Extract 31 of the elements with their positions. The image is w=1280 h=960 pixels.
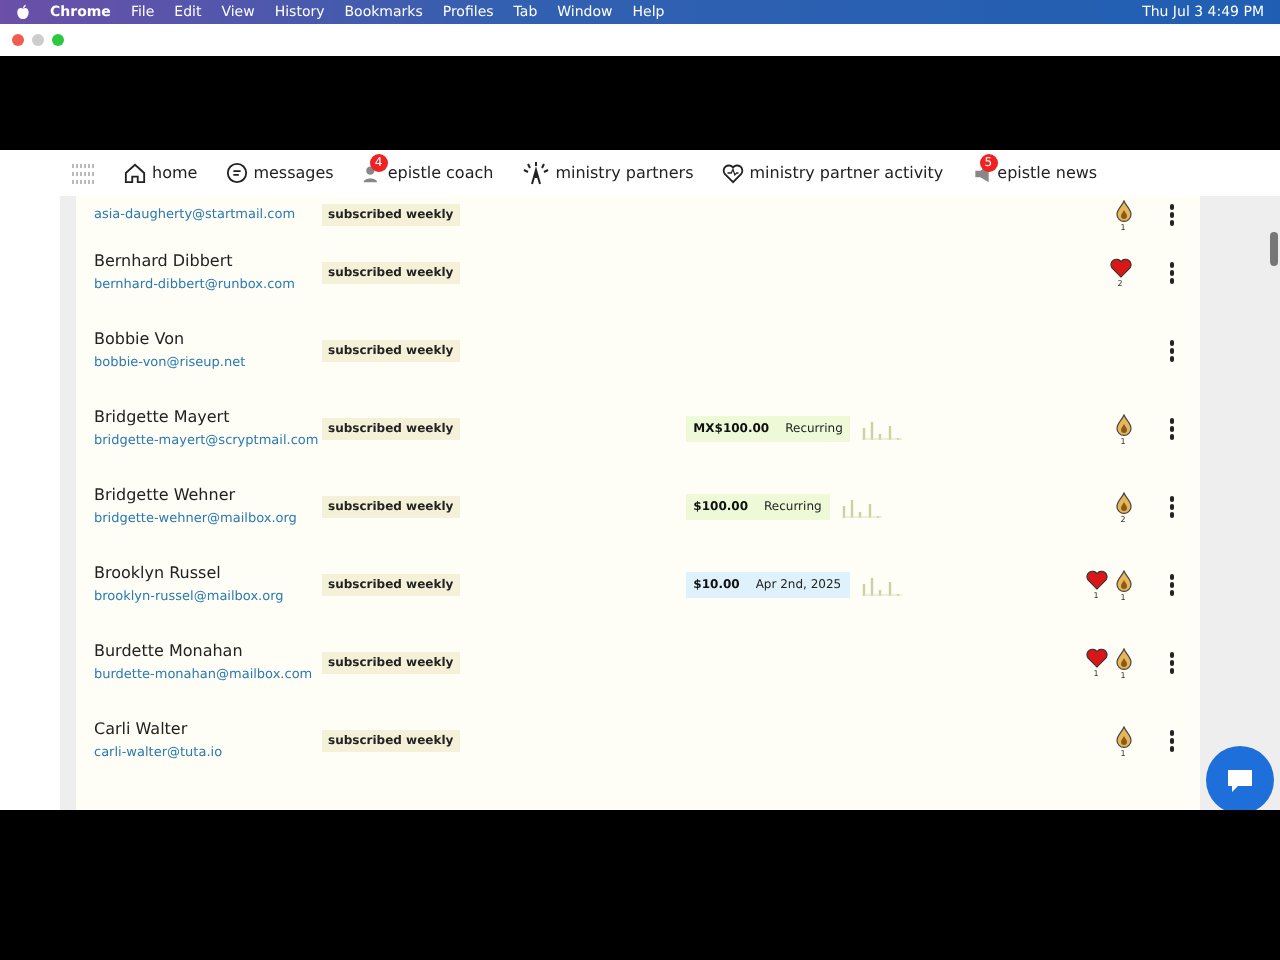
partner-name: Brooklyn Russel <box>94 564 223 582</box>
bar-sparkline-drawing <box>862 418 903 440</box>
flame-icon <box>1115 647 1131 669</box>
heart-icon <box>1085 647 1107 667</box>
partner-name: Bridgette Mayert <box>94 408 232 426</box>
flame-icon <box>1115 569 1131 591</box>
close-icon[interactable] <box>12 34 24 46</box>
nav-link[interactable]: ministry partner activity <box>721 162 944 184</box>
nav-link[interactable]: messages <box>225 162 334 184</box>
partner-name: Bernhard Dibbert <box>94 252 235 270</box>
flame-icon <box>1115 199 1131 221</box>
partner-name: Burdette Monahan <box>94 642 245 660</box>
partner-name: Bridgette Wehner <box>94 486 238 504</box>
chat-button[interactable] <box>1206 746 1274 810</box>
chat-bubble-icon <box>225 162 248 184</box>
home-icon <box>124 162 146 184</box>
flame-icon <box>1115 725 1131 747</box>
speech-bubble-icon <box>1226 767 1254 793</box>
bar-sparkline-drawing <box>861 574 902 596</box>
heart-pulse-icon <box>721 162 744 184</box>
flame-icon <box>1115 413 1131 435</box>
flame-icon <box>1115 491 1131 513</box>
partner-name: Carli Walter <box>94 720 190 738</box>
scrollbar-thumb-icon[interactable] <box>1270 232 1278 266</box>
nav-link[interactable]: ministry partners <box>521 160 694 186</box>
nav-link[interactable]: home <box>124 162 198 184</box>
heart-icon <box>1085 569 1107 589</box>
partner-name: Bobbie Von <box>94 330 187 348</box>
apple-logo-icon[interactable] <box>16 4 30 20</box>
bar-sparkline-drawing <box>841 496 882 518</box>
heart-icon <box>1109 258 1131 278</box>
